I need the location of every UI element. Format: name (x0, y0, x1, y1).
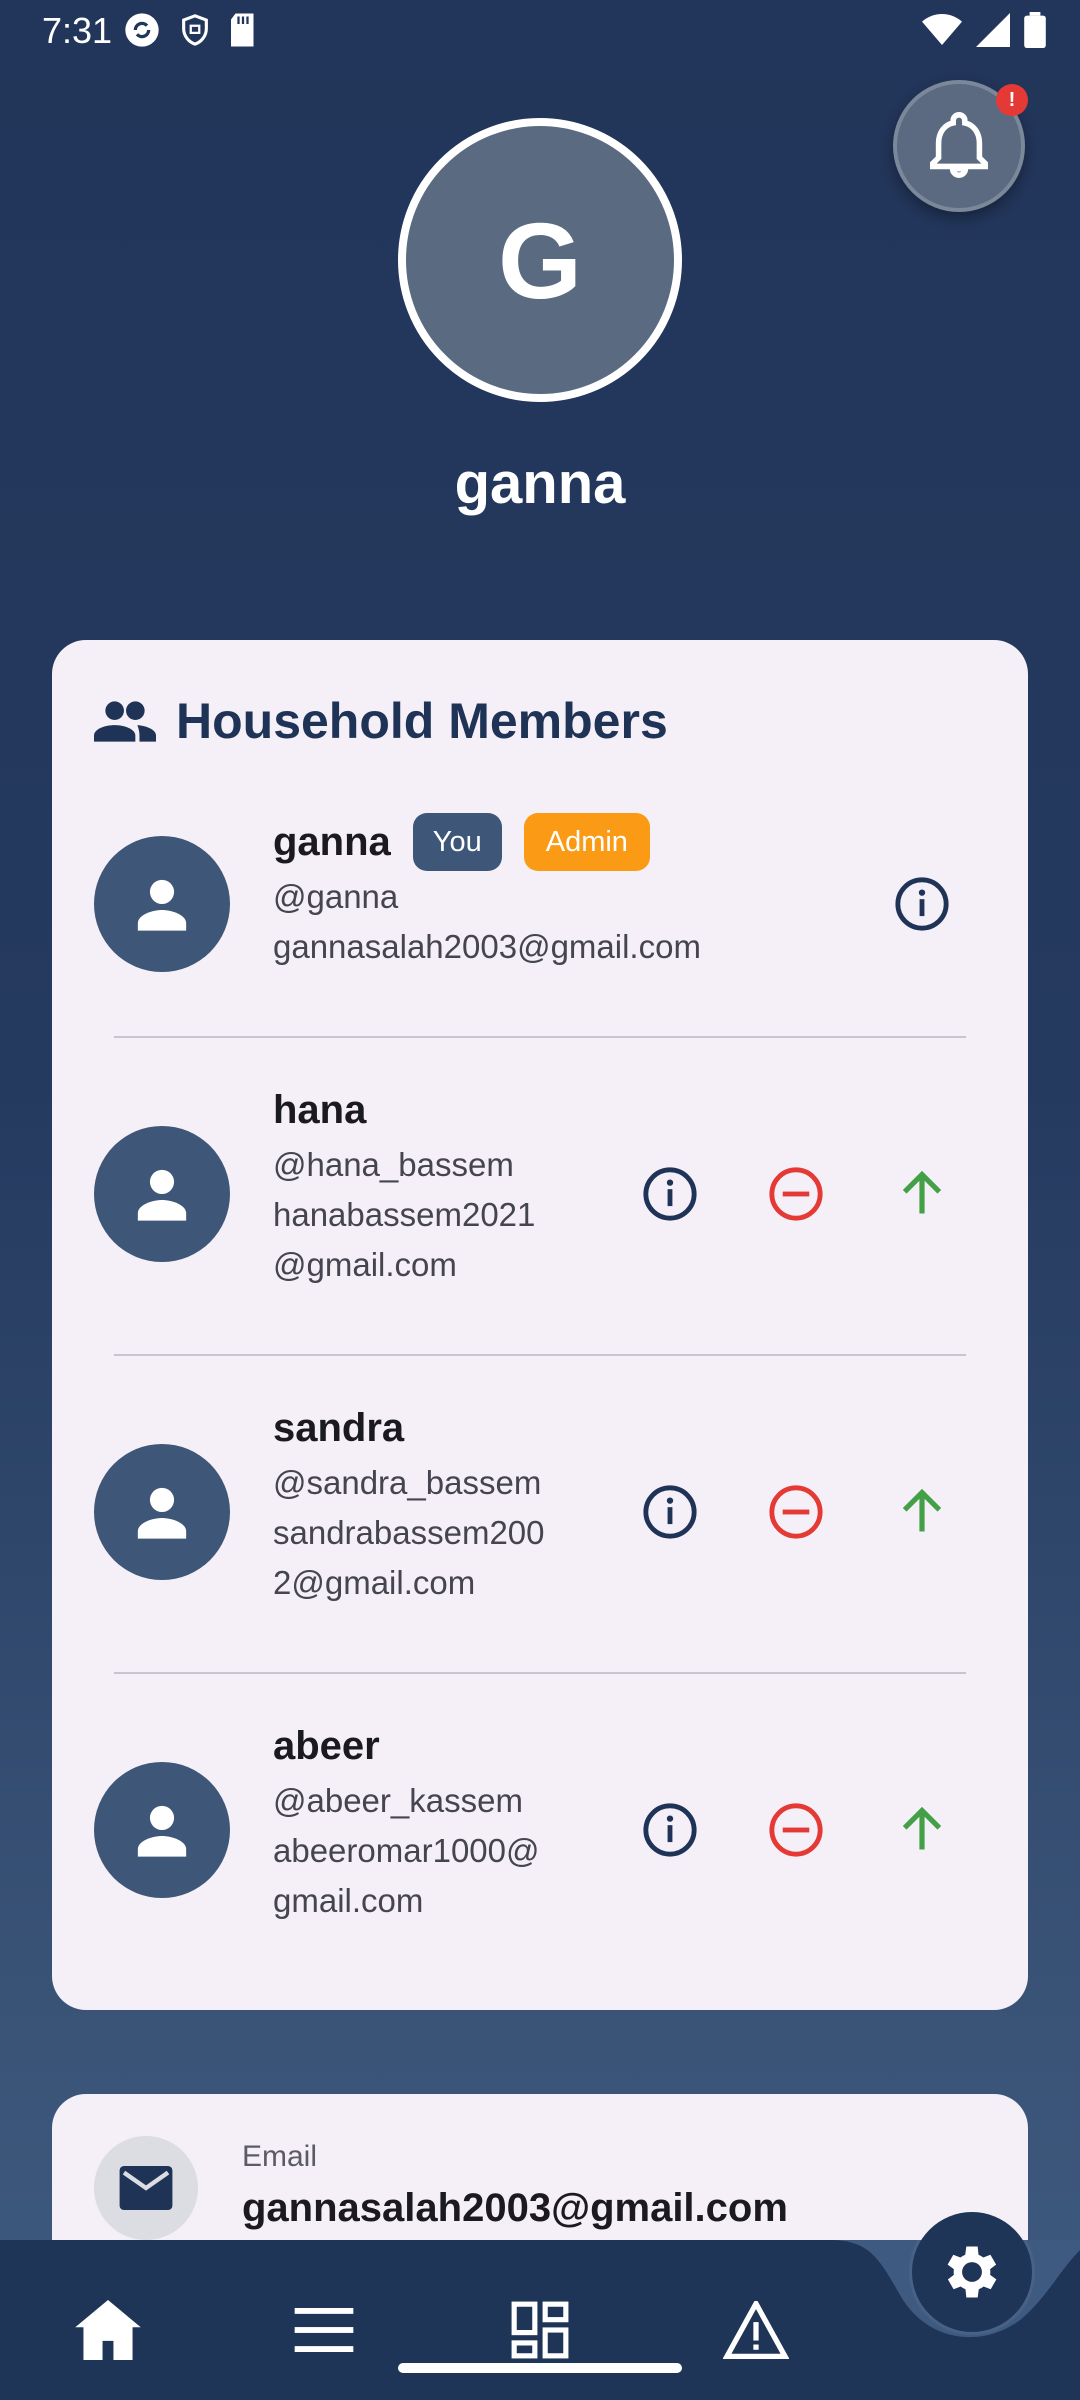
member-avatar (94, 1762, 230, 1898)
remove-member-button[interactable] (764, 1162, 828, 1226)
profile-initial: G (497, 199, 582, 321)
divider (114, 1354, 966, 1356)
member-name: ganna (273, 819, 391, 864)
admin-badge: Admin (523, 813, 650, 871)
member-info: sandra @sandra_bassem sandrabassem200 2@… (273, 1398, 545, 1608)
home-indicator[interactable] (398, 2363, 682, 2373)
member-avatar (94, 1126, 230, 1262)
home-icon (75, 2300, 141, 2360)
you-badge: You (412, 813, 502, 871)
nav-menu[interactable] (284, 2290, 364, 2370)
dashboard-icon (511, 2301, 569, 2359)
email-value: gannasalah2003@gmail.com (242, 2186, 788, 2230)
member-info-button[interactable] (638, 1480, 702, 1544)
promote-member-button[interactable] (890, 1798, 954, 1862)
member-username: @abeer_kassem (273, 1782, 523, 1819)
email-label: Email (242, 2140, 318, 2173)
remove-circle-icon (769, 1167, 823, 1221)
info-icon (643, 1485, 697, 1539)
profile-avatar: G (398, 118, 682, 402)
member-email-line: sandrabassem200 (273, 1514, 545, 1551)
member-info: hana @hana_bassem hanabassem2021 @gmail.… (273, 1080, 535, 1290)
divider (114, 1036, 966, 1038)
remove-member-button[interactable] (764, 1798, 828, 1862)
members-title: Household Members (176, 693, 668, 749)
member-username: @sandra_bassem (273, 1464, 542, 1501)
wifi-icon (922, 14, 962, 45)
member-name: sandra (273, 1405, 405, 1450)
status-bar: 7:31 (0, 0, 1080, 64)
person-icon (137, 1487, 187, 1539)
notification-badge: ! (996, 84, 1028, 116)
bell-icon (929, 112, 989, 178)
member-info-button[interactable] (890, 872, 954, 936)
person-icon (137, 1169, 187, 1221)
settings-icon (947, 2246, 997, 2298)
email-card: Email gannasalah2003@gmail.com (52, 2094, 1028, 2254)
status-icons-left (122, 10, 258, 50)
member-info-button[interactable] (638, 1162, 702, 1226)
member-email-line: abeeromar1000@ (273, 1832, 540, 1869)
sync-icon (125, 13, 159, 47)
member-email-line: gmail.com (273, 1882, 424, 1919)
member-username: @ganna (273, 878, 399, 915)
arrow-up-icon (902, 1806, 942, 1850)
promote-member-button[interactable] (890, 1480, 954, 1544)
member-info: abeer @abeer_kassem abeeromar1000@ gmail… (273, 1716, 540, 1926)
member-avatar (94, 836, 230, 972)
remove-circle-icon (769, 1485, 823, 1539)
arrow-up-icon (902, 1170, 942, 1214)
signal-icon (976, 13, 1010, 47)
profile-name: ganna (454, 451, 626, 516)
member-username: @hana_bassem (273, 1146, 514, 1183)
member-info: ganna You Admin @ganna gannasalah2003@gm… (273, 812, 701, 972)
menu-icon (294, 2308, 354, 2352)
person-icon (137, 1805, 187, 1857)
nav-home[interactable] (68, 2290, 148, 2370)
status-time: 7:31 (42, 10, 113, 51)
member-name: abeer (273, 1723, 380, 1768)
member-email-line: hanabassem2021 (273, 1196, 536, 1233)
info-icon (643, 1167, 697, 1221)
nav-alerts[interactable] (716, 2290, 796, 2370)
member-email-line: @gmail.com (273, 1246, 457, 1283)
settings-button[interactable] (912, 2212, 1032, 2332)
remove-member-button[interactable] (764, 1480, 828, 1544)
remove-circle-icon (769, 1803, 823, 1857)
info-icon (643, 1803, 697, 1857)
info-icon (895, 877, 949, 931)
member-name: hana (273, 1087, 367, 1132)
promote-member-button[interactable] (890, 1162, 954, 1226)
person-icon (137, 879, 187, 931)
email-icon-circle (94, 2136, 198, 2240)
sd-card-icon (231, 13, 254, 47)
member-email-line: 2@gmail.com (273, 1564, 476, 1601)
member-info-button[interactable] (638, 1798, 702, 1862)
status-icons-right (922, 12, 1046, 48)
member-avatar (94, 1444, 230, 1580)
shield-icon (182, 14, 208, 46)
group-icon (94, 701, 156, 742)
nav-dashboard[interactable] (500, 2290, 580, 2370)
mail-icon (119, 2166, 173, 2210)
household-members-card: Household Members ganna You Admin @ganna… (52, 640, 1028, 2010)
battery-icon (1024, 12, 1046, 48)
arrow-up-icon (902, 1488, 942, 1532)
divider (114, 1672, 966, 1674)
warning-icon (723, 2301, 789, 2359)
members-header: Household Members (94, 692, 668, 750)
member-email: gannasalah2003@gmail.com (273, 928, 701, 965)
